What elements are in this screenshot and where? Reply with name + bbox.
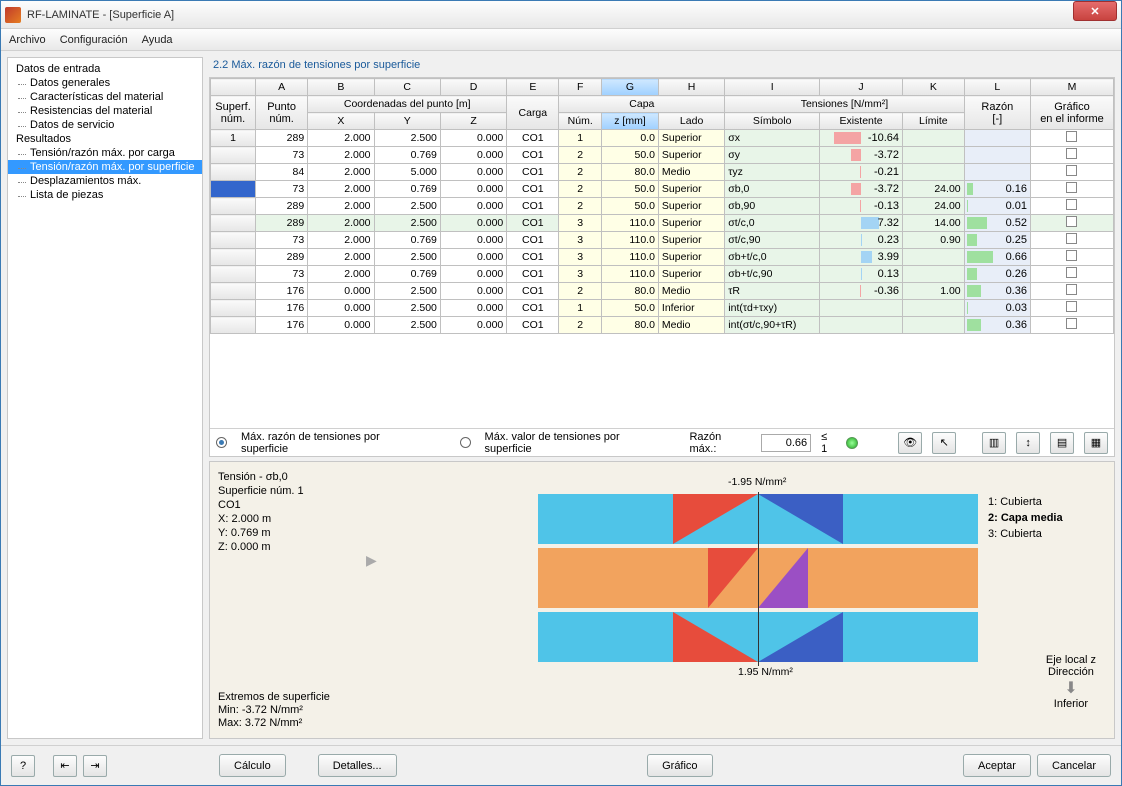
menubar: Archivo Configuración Ayuda xyxy=(1,29,1121,51)
tree-item[interactable]: Características del material xyxy=(8,90,202,104)
details-button[interactable]: Detalles... xyxy=(318,754,397,777)
table-row[interactable]: 1760.0002.5000.000CO1280.0MedioτR-0.361.… xyxy=(211,283,1114,300)
main-header: 2.2 Máx. razón de tensiones por superfic… xyxy=(209,57,1115,77)
status-led xyxy=(846,437,858,449)
table-row[interactable]: 732.0000.7690.000CO1250.0Superiorσy-3.72 xyxy=(211,147,1114,164)
prev-icon[interactable]: ⇤ xyxy=(53,755,77,777)
col-tens: Tensiones [N/mm²] xyxy=(725,96,964,113)
col-grafico: Gráfico en el informe xyxy=(1030,96,1113,130)
tree-item[interactable]: Desplazamientos máx. xyxy=(8,174,202,188)
col-superf: Superf. núm. xyxy=(211,96,256,130)
tree-item[interactable]: Datos generales xyxy=(8,76,202,90)
table-row[interactable]: 2892.0002.5000.000CO1250.0Superiorσb,90-… xyxy=(211,198,1114,215)
help-icon[interactable]: ? xyxy=(11,755,35,777)
col-razon: Razón [-] xyxy=(964,96,1030,130)
report-checkbox[interactable] xyxy=(1066,284,1077,295)
results-grid[interactable]: ABCDEFGHIJKLM Superf. núm. Punto núm. Co… xyxy=(209,77,1115,457)
report-checkbox[interactable] xyxy=(1066,250,1077,261)
menu-help[interactable]: Ayuda xyxy=(142,34,173,46)
tri-red-mid xyxy=(708,548,758,608)
max-ratio-input[interactable] xyxy=(761,434,811,452)
diagram-title: Tensión - σb,0 xyxy=(218,470,368,484)
tri-red-top xyxy=(673,494,758,544)
report-checkbox[interactable] xyxy=(1066,199,1077,210)
calc-button[interactable]: Cálculo xyxy=(219,754,286,777)
table-row[interactable]: 1760.0002.5000.000CO1150.0Inferiorint(τd… xyxy=(211,300,1114,317)
radio-max-value[interactable] xyxy=(460,437,471,448)
table-row[interactable]: 12892.0002.5000.000CO110.0Superiorσx-10.… xyxy=(211,130,1114,147)
pick-icon[interactable]: ↖ xyxy=(932,432,956,454)
table-row[interactable]: 842.0005.0000.000CO1280.0Medioτyz-0.21 xyxy=(211,164,1114,181)
tree-entry-data[interactable]: Datos de entrada xyxy=(8,62,202,76)
table-row[interactable]: 1760.0002.5000.000CO1280.0Medioint(σt/c,… xyxy=(211,317,1114,334)
cancel-button[interactable]: Cancelar xyxy=(1037,754,1111,777)
report-checkbox[interactable] xyxy=(1066,267,1077,278)
view-icon[interactable]: 👁 xyxy=(898,432,922,454)
report-checkbox[interactable] xyxy=(1066,301,1077,312)
filter-icon[interactable]: ▥ xyxy=(982,432,1006,454)
tree-results[interactable]: Resultados xyxy=(8,132,202,146)
arrow-down-icon: ⬇ xyxy=(1046,678,1096,698)
menu-config[interactable]: Configuración xyxy=(60,34,128,46)
tri-blue-top xyxy=(758,494,843,544)
report-checkbox[interactable] xyxy=(1066,131,1077,142)
excel-icon[interactable]: ▦ xyxy=(1084,432,1108,454)
radio-max-ratio[interactable] xyxy=(216,437,227,448)
tri-red-bot xyxy=(673,612,758,662)
tree-item[interactable]: Tensión/razón máx. por superficie xyxy=(8,160,202,174)
play-icon[interactable]: ▶ xyxy=(366,552,377,569)
titlebar: RF-LAMINATE - [Superficie A] ✕ xyxy=(1,1,1121,29)
close-button[interactable]: ✕ xyxy=(1073,1,1117,21)
app-icon xyxy=(5,7,21,23)
tree-item[interactable]: Tensión/razón máx. por carga xyxy=(8,146,202,160)
table-row[interactable]: 732.0000.7690.000CO1250.0Superiorσb,0-3.… xyxy=(211,181,1114,198)
table-row[interactable]: 2892.0002.5000.000CO13110.0Superiorσt/c,… xyxy=(211,215,1114,232)
col-coord: Coordenadas del punto [m] xyxy=(308,96,507,113)
table-row[interactable]: 732.0000.7690.000CO13110.0Superiorσt/c,9… xyxy=(211,232,1114,249)
table-row[interactable]: 2892.0002.5000.000CO13110.0Superiorσb+t/… xyxy=(211,249,1114,266)
next-icon[interactable]: ⇥ xyxy=(83,755,107,777)
col-carga: Carga xyxy=(507,96,559,130)
table-row[interactable]: 732.0000.7690.000CO13110.0Superiorσb+t/c… xyxy=(211,266,1114,283)
sidebar: Datos de entrada Datos generalesCaracter… xyxy=(7,57,203,739)
ok-button[interactable]: Aceptar xyxy=(963,754,1031,777)
tri-purple-mid xyxy=(758,548,808,608)
export-icon[interactable]: ▤ xyxy=(1050,432,1074,454)
col-capa: Capa xyxy=(559,96,725,113)
col-punto: Punto núm. xyxy=(256,96,308,130)
window-title: RF-LAMINATE - [Superficie A] xyxy=(27,9,1117,21)
report-checkbox[interactable] xyxy=(1066,165,1077,176)
sort-icon[interactable]: ↕ xyxy=(1016,432,1040,454)
tri-blue-bot xyxy=(758,612,843,662)
report-checkbox[interactable] xyxy=(1066,216,1077,227)
report-checkbox[interactable] xyxy=(1066,318,1077,329)
tree-item[interactable]: Lista de piezas xyxy=(8,188,202,202)
tree-item[interactable]: Datos de servicio xyxy=(8,118,202,132)
report-checkbox[interactable] xyxy=(1066,233,1077,244)
graph-button[interactable]: Gráfico xyxy=(647,754,712,777)
tree-item[interactable]: Resistencias del material xyxy=(8,104,202,118)
menu-file[interactable]: Archivo xyxy=(9,34,46,46)
report-checkbox[interactable] xyxy=(1066,148,1077,159)
diagram-panel: Tensión - σb,0 Superficie núm. 1 CO1 X: … xyxy=(209,461,1115,739)
report-checkbox[interactable] xyxy=(1066,182,1077,193)
